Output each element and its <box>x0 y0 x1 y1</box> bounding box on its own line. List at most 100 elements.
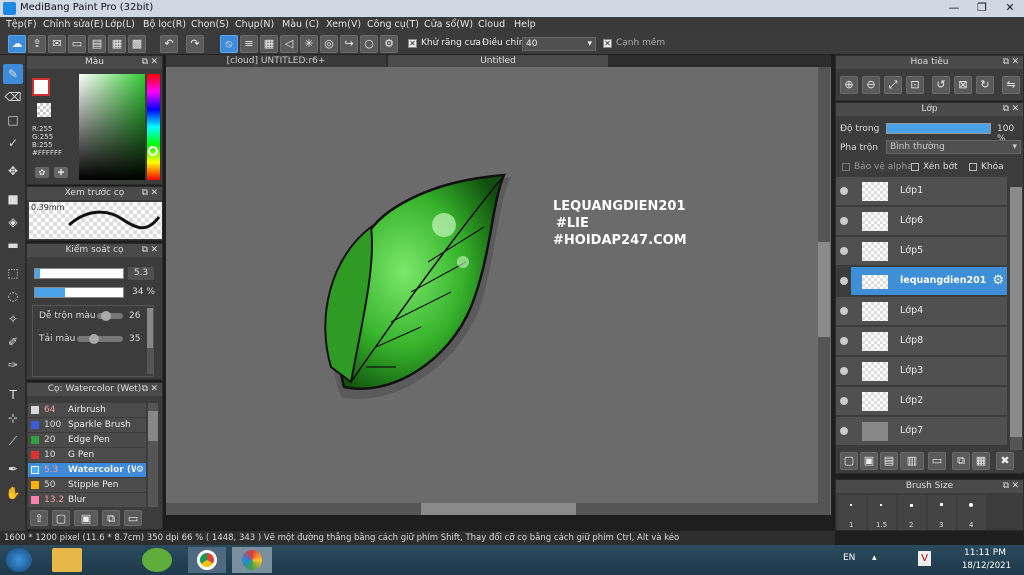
copy-brush-icon[interactable]: ⧉ <box>102 510 120 526</box>
hue-slider[interactable] <box>147 74 160 180</box>
options-scrollbar[interactable] <box>147 308 153 374</box>
layer-row[interactable]: Lớp2 <box>836 387 1007 416</box>
size-slider[interactable] <box>34 268 124 279</box>
eye-icon[interactable] <box>840 187 848 195</box>
detach-icon[interactable]: ⧉ <box>142 383 148 396</box>
duplicate-layer-icon[interactable]: ⧉ <box>952 452 970 470</box>
detach-icon[interactable]: ⧉ <box>1003 480 1009 493</box>
menu-capture[interactable]: Chụp(N) <box>235 19 274 30</box>
menu-select[interactable]: Chọn(S) <box>191 19 229 30</box>
cloud-icon[interactable]: ☁ <box>8 35 26 53</box>
zoom-out-icon[interactable]: ⊖ <box>862 76 880 94</box>
layer-row[interactable]: Lớp1 <box>836 177 1007 206</box>
list-icon[interactable]: ▦ <box>108 35 126 53</box>
lock-checkbox[interactable] <box>969 163 977 171</box>
eye-icon[interactable] <box>840 247 848 255</box>
palette-add-icon[interactable]: ✚ <box>54 167 68 178</box>
detach-icon[interactable]: ⧉ <box>142 187 148 200</box>
brush-size-3[interactable]: 3 <box>928 495 956 530</box>
brush-tool-icon[interactable]: ✎ <box>3 64 23 84</box>
brush-item-airbrush[interactable]: 64 Airbrush <box>28 403 146 417</box>
vietkey-icon[interactable]: V <box>918 551 931 566</box>
layer-menu-icon[interactable]: ▥ <box>900 452 924 470</box>
new-layer-icon[interactable]: ▢ <box>840 452 858 470</box>
detach-icon[interactable]: ⧉ <box>142 244 148 257</box>
eye-icon[interactable] <box>840 397 848 405</box>
detach-icon[interactable]: ⧉ <box>1003 103 1009 116</box>
detach-icon[interactable]: ⧉ <box>1003 56 1009 69</box>
flip-horizontal-icon[interactable]: ⇋ <box>1002 76 1020 94</box>
grid-snap-icon[interactable]: ▦ <box>260 35 278 53</box>
lasso-tool-icon[interactable]: ◌ <box>3 286 23 306</box>
brush-item-watercolor[interactable]: 5.3 Watercolor (Wet)⚙ <box>28 463 146 477</box>
merge-layer-icon[interactable]: ▦ <box>972 452 990 470</box>
perspective-snap-icon[interactable]: ◁ <box>280 35 298 53</box>
app-green-icon[interactable] <box>142 548 172 572</box>
gradient-tool-icon[interactable]: ▬ <box>3 235 23 255</box>
start-button[interactable] <box>6 548 32 572</box>
language-indicator[interactable]: EN <box>843 553 855 563</box>
hand-tool-icon[interactable]: ✋ <box>3 483 23 503</box>
ellipse-snap-icon[interactable]: ○ <box>360 35 378 53</box>
menu-layer[interactable]: Lớp(L) <box>105 19 135 30</box>
close-icon[interactable]: ✕ <box>150 56 158 69</box>
menu-window[interactable]: Cửa sổ(W) <box>424 19 473 30</box>
close-icon[interactable]: ✕ <box>150 383 158 396</box>
medibang-taskbar-button[interactable] <box>232 547 272 573</box>
brush-item-edge-pen[interactable]: 20 Edge Pen <box>28 433 146 447</box>
bucket-tool-icon[interactable]: ◈ <box>3 212 23 232</box>
curve-snap-icon[interactable]: ↪ <box>340 35 358 53</box>
brush-item-stipple[interactable]: 50 Stipple Pen <box>28 478 146 492</box>
eye-icon[interactable] <box>840 217 848 225</box>
fit-screen-icon[interactable]: ⤢ <box>884 76 902 94</box>
eye-icon[interactable] <box>840 307 848 315</box>
hue-handle[interactable] <box>148 146 158 156</box>
magic-wand-icon[interactable]: ✧ <box>3 309 23 329</box>
actual-size-icon[interactable]: ⊡ <box>906 76 924 94</box>
menu-file[interactable]: Tệp(F) <box>6 19 37 30</box>
close-icon[interactable]: ✕ <box>1011 56 1019 69</box>
new-8bit-layer-icon[interactable]: ▤ <box>880 452 898 470</box>
chevron-up-icon[interactable]: ▴ <box>872 553 877 563</box>
select-pen-icon[interactable]: ✐ <box>3 332 23 352</box>
text-tool-icon[interactable]: T <box>3 385 23 405</box>
redo-icon[interactable]: ↷ <box>186 35 204 53</box>
menu-filter[interactable]: Bộ lọc(R) <box>143 19 186 30</box>
protect-alpha-checkbox[interactable] <box>842 163 850 171</box>
brush-size-1[interactable]: 1 <box>838 495 866 530</box>
canvas-horizontal-scrollbar[interactable] <box>166 503 818 515</box>
canvas-vertical-scrollbar[interactable] <box>818 67 830 515</box>
brush-size-2[interactable]: 2 <box>898 495 926 530</box>
layer-row[interactable]: Lớp8 <box>836 327 1007 356</box>
layer-row[interactable]: Lớp7 <box>836 417 1007 446</box>
foreground-color-swatch[interactable] <box>32 78 50 96</box>
clock-time[interactable]: 11:11 PM <box>964 548 1006 558</box>
eye-icon[interactable] <box>840 367 848 375</box>
transparent-color-swatch[interactable] <box>37 103 51 117</box>
brush-item-sparkle[interactable]: 100 Sparkle Brush <box>28 418 146 432</box>
eraser-tool-icon[interactable]: ⌫ <box>3 87 23 107</box>
brush-size-4[interactable]: 4 <box>958 495 986 530</box>
clock-date[interactable]: 18/12/2021 <box>962 561 1011 571</box>
eyedropper-icon[interactable]: ✒ <box>3 459 23 479</box>
eye-icon[interactable] <box>840 427 848 435</box>
brush-menu-icon[interactable]: ▣ <box>74 510 98 526</box>
close-icon[interactable]: ✕ <box>150 244 158 257</box>
layers-scrollbar[interactable] <box>1010 187 1022 457</box>
snap-settings-icon[interactable]: ⚙ <box>380 35 398 53</box>
undo-icon[interactable]: ↶ <box>160 35 178 53</box>
saturation-value-picker[interactable] <box>79 74 145 180</box>
close-icon[interactable]: ✕ <box>1011 103 1019 116</box>
upload-icon[interactable]: ⇪ <box>28 35 46 53</box>
grid-icon[interactable]: ▩ <box>128 35 146 53</box>
menu-help[interactable]: Help <box>514 19 536 30</box>
density-slider[interactable] <box>77 334 123 344</box>
move-tool-icon[interactable]: ✥ <box>3 161 23 181</box>
canvas-area[interactable]: LEQUANGDIEN201 #LIE #HOIDAP247.COM <box>166 67 831 515</box>
explorer-icon[interactable] <box>52 548 82 572</box>
layer-row[interactable]: Lớp3 <box>836 357 1007 386</box>
detach-icon[interactable]: ⧉ <box>142 56 148 69</box>
layer-row-selected[interactable]: lequangdien201 ⚙ <box>840 267 1007 296</box>
antialias-checkbox[interactable]: ✕ <box>408 39 417 48</box>
parallel-snap-icon[interactable]: ≡ <box>240 35 258 53</box>
